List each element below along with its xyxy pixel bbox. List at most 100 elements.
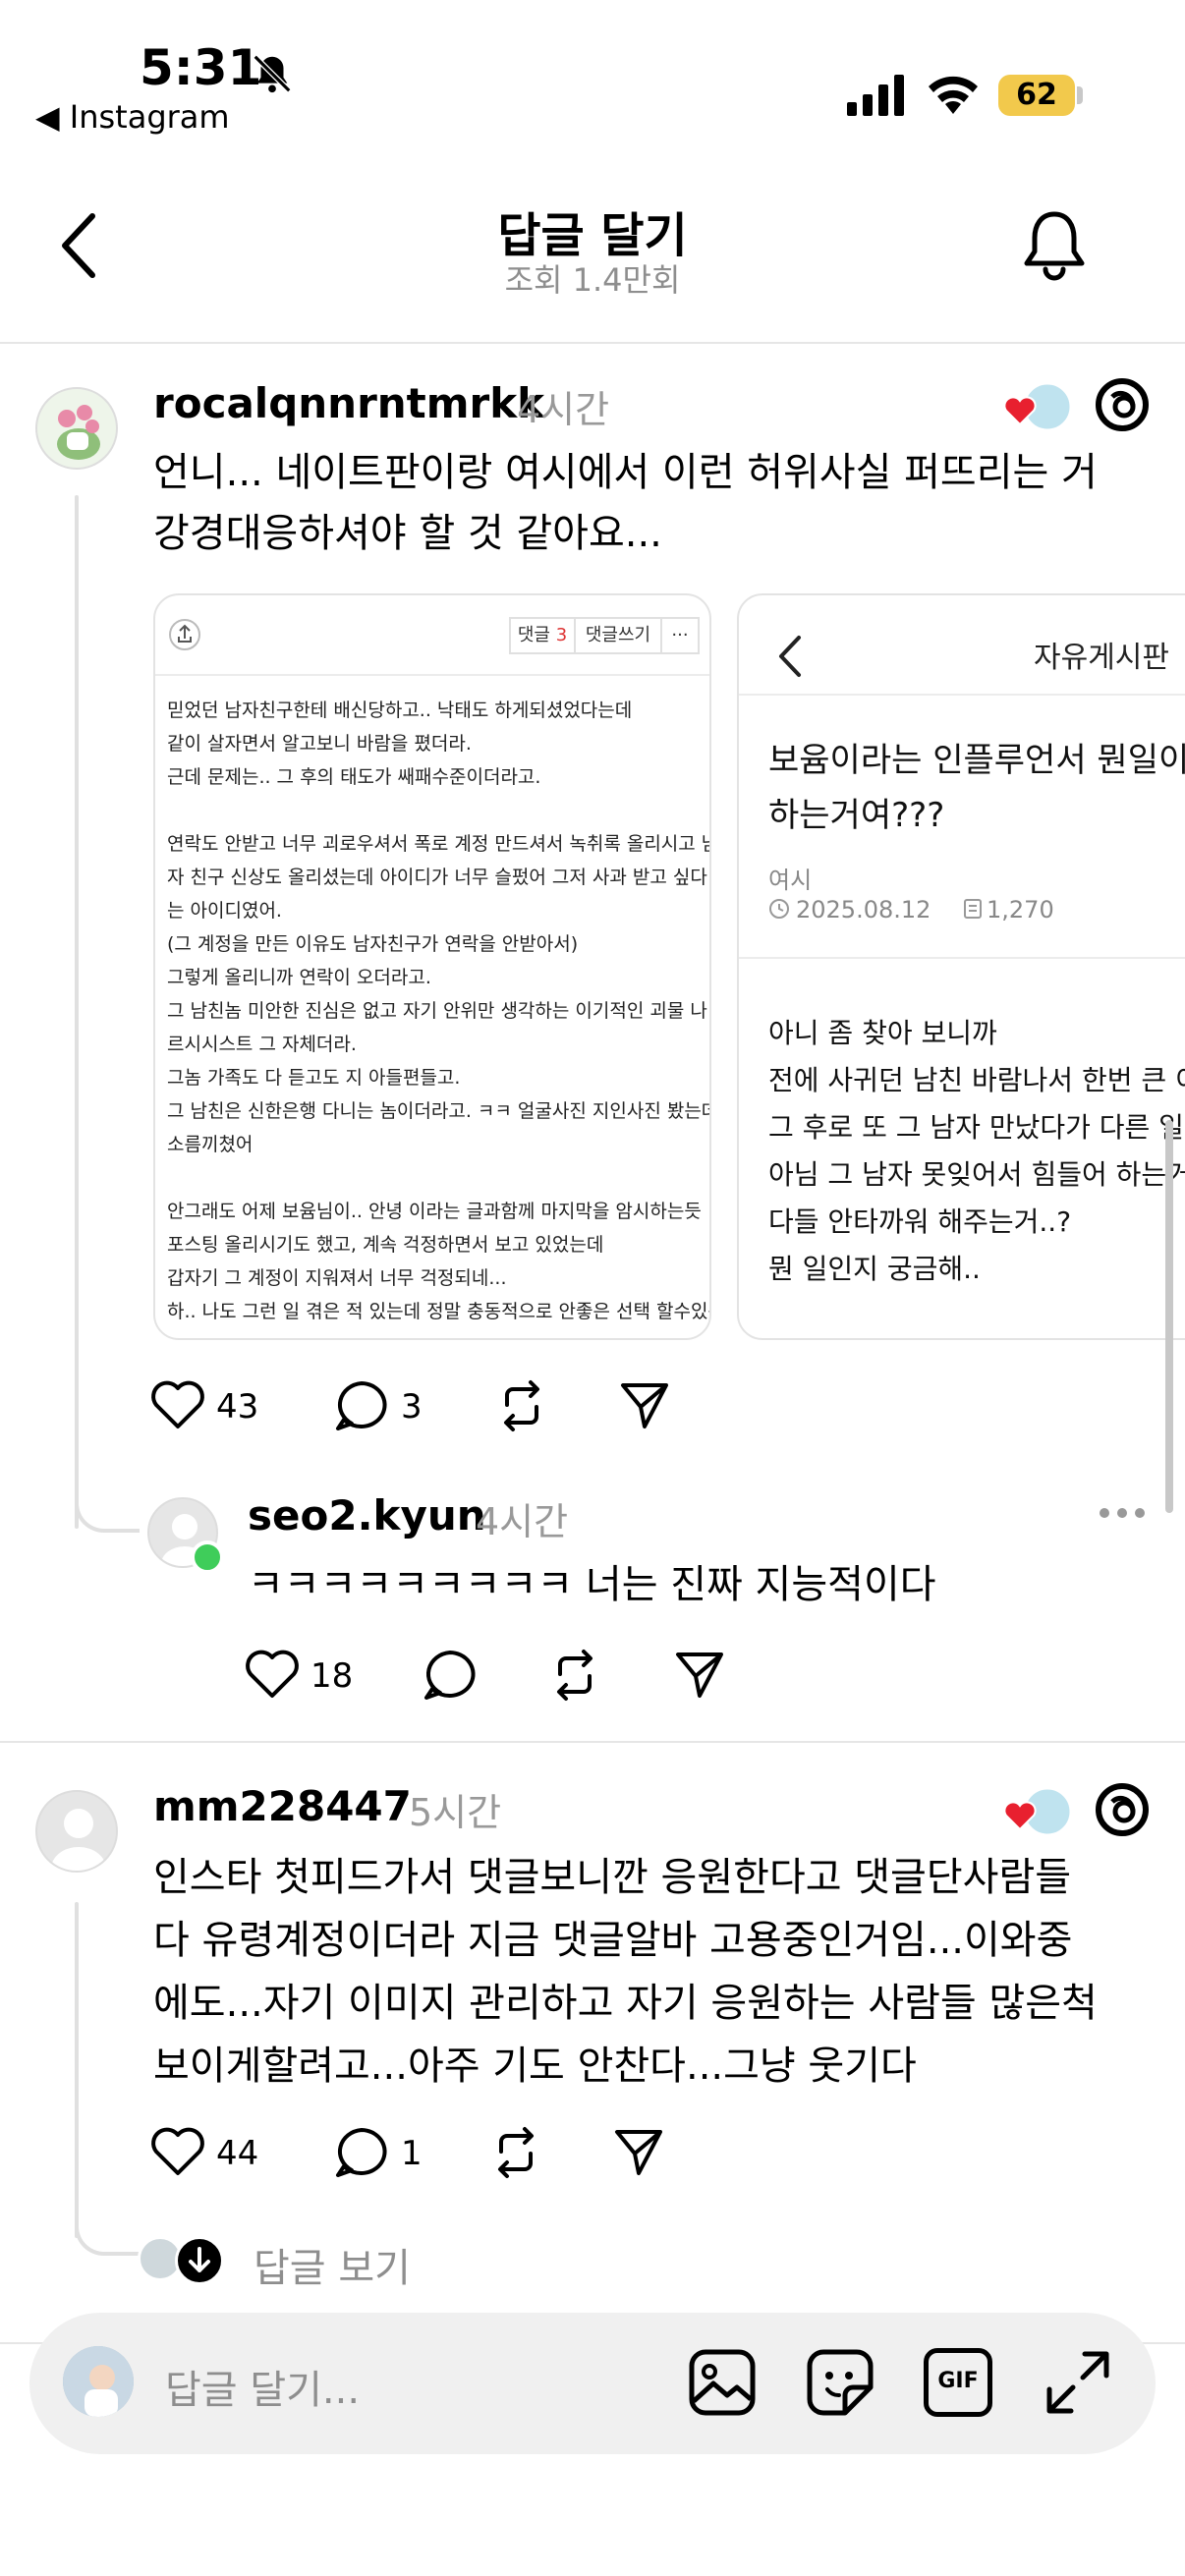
card-toolbar: 댓글 3 댓글쓰기 ···	[155, 595, 709, 676]
article-date: 2025.08.12	[796, 896, 931, 924]
card-line: 같이 살자면서 알고보니 바람을 폈더라.	[167, 733, 472, 755]
post-text-line: 다 유령계정이더라 지금 댓글알바 고용중인거임...이와중	[153, 1918, 1073, 1963]
cellular-signal-icon	[847, 75, 908, 116]
thread-line	[75, 1902, 79, 2238]
card-line: 그 남친은 신한은행 다니는 놈이더라고. ㅋㅋ 얼굴사진 지인사진 봤는데	[167, 1100, 711, 1122]
expand-icon[interactable]	[1045, 2350, 1110, 2415]
battery-tip	[1077, 86, 1083, 104]
article-body-line: 아님 그 남자 못잊어서 힘들어 하는거	[768, 1158, 1185, 1191]
image-attach-icon[interactable]	[688, 2348, 757, 2417]
card-line: 안그래도 어제 보윰님이.. 안녕 이라는 글과함께 마지막을 암시하는듯	[167, 1201, 702, 1222]
bell-icon[interactable]	[1022, 208, 1087, 281]
repost-icon[interactable]	[546, 1647, 603, 1704]
post-divider	[0, 1741, 1185, 1743]
write-comment-tab: 댓글쓰기	[574, 617, 662, 654]
comment-tab: 댓글 3	[509, 617, 576, 654]
threads-logo-icon[interactable]	[1093, 375, 1152, 434]
expand-arrow-icon[interactable]	[175, 2236, 224, 2285]
post-time: 5시간	[409, 1791, 502, 1834]
more-tab: ···	[660, 617, 700, 654]
avatar[interactable]	[35, 387, 118, 470]
card-line: (그 계정을 만든 이유도 남자친구가 연락을 안받아서)	[167, 933, 579, 955]
repost-icon[interactable]	[493, 1377, 550, 1434]
reply-time: 4시간	[476, 1500, 569, 1543]
card-line: 르시시스트 그 자체더라.	[167, 1034, 357, 1055]
card-line: 믿었던 남자친구한테 배신당하고.. 낙태도 하게되셨었다는데	[167, 700, 633, 721]
card-divider	[739, 694, 1185, 696]
avatar[interactable]	[35, 1790, 118, 1873]
card-line: 갑자기 그 계정이 지워져서 너무 걱정되네...	[167, 1267, 507, 1289]
liked-by-author-heart-icon	[1000, 1782, 1075, 1841]
username[interactable]: rocalqnnrntmrkk	[153, 379, 544, 427]
status-time: 5:31	[140, 39, 262, 96]
comment-tab-count: 3	[555, 625, 568, 645]
card-line: 그놈 가족도 다 듣고도 지 아들편들고.	[167, 1067, 461, 1089]
comment-tab-label: 댓글	[517, 625, 550, 645]
post-text-line: 인스타 첫피드가서 댓글보니깐 응원한다고 댓글단사람들	[153, 1855, 1072, 1900]
article-body-line: 그 후로 또 그 남자 만났다가 다른 일	[768, 1111, 1184, 1144]
scrollbar[interactable]	[1165, 1120, 1173, 1513]
card-line	[155, 1161, 709, 1195]
article-title-line: 보윰이라는 인플루언서 뭔일이	[768, 741, 1185, 780]
post-time: 4시간	[517, 388, 610, 431]
share-send-icon[interactable]	[611, 2124, 666, 2179]
thread-line-curve	[75, 1503, 140, 1533]
article-views: 1,270	[987, 896, 1054, 924]
like-count: 43	[216, 1387, 259, 1427]
share-icon	[169, 619, 200, 650]
like-count: 18	[310, 1656, 354, 1696]
thread-line	[75, 495, 79, 1529]
sticker-icon[interactable]	[806, 2348, 875, 2417]
like-count: 44	[216, 2134, 259, 2173]
card-line: 는 아이디였어.	[167, 900, 282, 922]
username[interactable]: seo2.kyun	[248, 1491, 486, 1540]
repost-icon[interactable]	[487, 2124, 544, 2181]
article-title-line: 하는거여???	[768, 796, 945, 835]
silent-bell-icon	[250, 51, 295, 96]
post-text-line: 보이게할려고...아주 기도 안찬다...그냥 웃기다	[153, 2044, 917, 2089]
liked-by-author-heart-icon	[1000, 377, 1075, 436]
card-line: 연락도 안받고 너무 괴로우셔서 폭로 계정 만드셔서 녹취록 올리시고 남	[167, 833, 711, 855]
attachment-image-1[interactable]: 댓글 3 댓글쓰기 ··· 믿었던 남자친구한테 배신당하고.. 낙태도 하게되…	[153, 593, 711, 1340]
article-body-line: 전에 사귀던 남친 바람나서 한번 큰 이	[768, 1064, 1185, 1096]
board-name: 자유게시판	[1034, 641, 1169, 675]
back-to-app-link[interactable]: ◀ Instagram	[35, 98, 230, 136]
card-line	[155, 794, 709, 827]
like-heart-icon[interactable]	[244, 1649, 301, 1700]
thread-line-curve	[75, 2226, 140, 2256]
view-replies-link[interactable]: 답글 보기	[254, 2236, 411, 2293]
article-body-line: 다들 안타까워 해주는거..?	[768, 1205, 1072, 1238]
online-status-dot	[191, 1540, 224, 1574]
like-heart-icon[interactable]	[149, 1379, 206, 1430]
views-icon	[963, 898, 983, 920]
share-send-icon[interactable]	[672, 1647, 727, 1702]
reply-count: 1	[401, 2134, 423, 2173]
like-heart-icon[interactable]	[149, 2126, 206, 2177]
threads-logo-icon[interactable]	[1093, 1780, 1152, 1839]
reply-count: 3	[401, 1387, 423, 1427]
reply-bubble-icon[interactable]	[423, 1649, 478, 1702]
card-line: 자 친구 신상도 올리셨는데 아이디가 너무 슬펐어 그저 사과 받고 싶다	[167, 867, 707, 888]
battery-level: 62	[998, 75, 1075, 116]
article-source: 여시	[768, 867, 813, 894]
reply-text: ㅋㅋㅋㅋㅋㅋㅋㅋㅋ 너는 진짜 지능적이다	[248, 1562, 936, 1607]
post-text-line: 언니... 네이트판이랑 여시에서 이런 허위사실 퍼뜨리는 거	[153, 450, 1098, 495]
card-body: 믿었던 남자친구한테 배신당하고.. 낙태도 하게되셨었다는데 같이 살자면서 …	[155, 676, 709, 1328]
card-line: 소름끼쳤어	[167, 1134, 254, 1155]
reply-bubble-icon[interactable]	[334, 1379, 389, 1432]
attachment-image-2[interactable]: 자유게시판 보윰이라는 인플루언서 뭔일이 하는거여??? 여시 2025.08…	[737, 593, 1185, 1340]
reply-input[interactable]: 답글 달기...	[165, 2358, 360, 2415]
more-options-icon[interactable]	[1099, 1507, 1146, 1519]
back-chevron-icon	[778, 635, 802, 678]
post-text-line: 에도...자기 이미지 관리하고 자기 응원하는 사람들 많은척	[153, 1981, 1098, 2026]
card-line: 그렇게 올리니까 연락이 오더라고.	[167, 967, 431, 988]
reply-bubble-icon[interactable]	[334, 2126, 389, 2179]
username[interactable]: mm228447	[153, 1782, 412, 1830]
article-body-line: 아니 좀 찾아 보니까	[768, 1017, 997, 1049]
share-send-icon[interactable]	[617, 1377, 672, 1432]
wifi-icon	[926, 73, 981, 116]
article-body-line: 뭔 일인지 궁금해..	[768, 1253, 981, 1285]
gif-button[interactable]: GIF	[924, 2348, 992, 2417]
view-count: 조회 1.4만회	[504, 261, 681, 299]
post-text-line: 강경대응하셔야 할 것 같아요...	[153, 511, 662, 556]
